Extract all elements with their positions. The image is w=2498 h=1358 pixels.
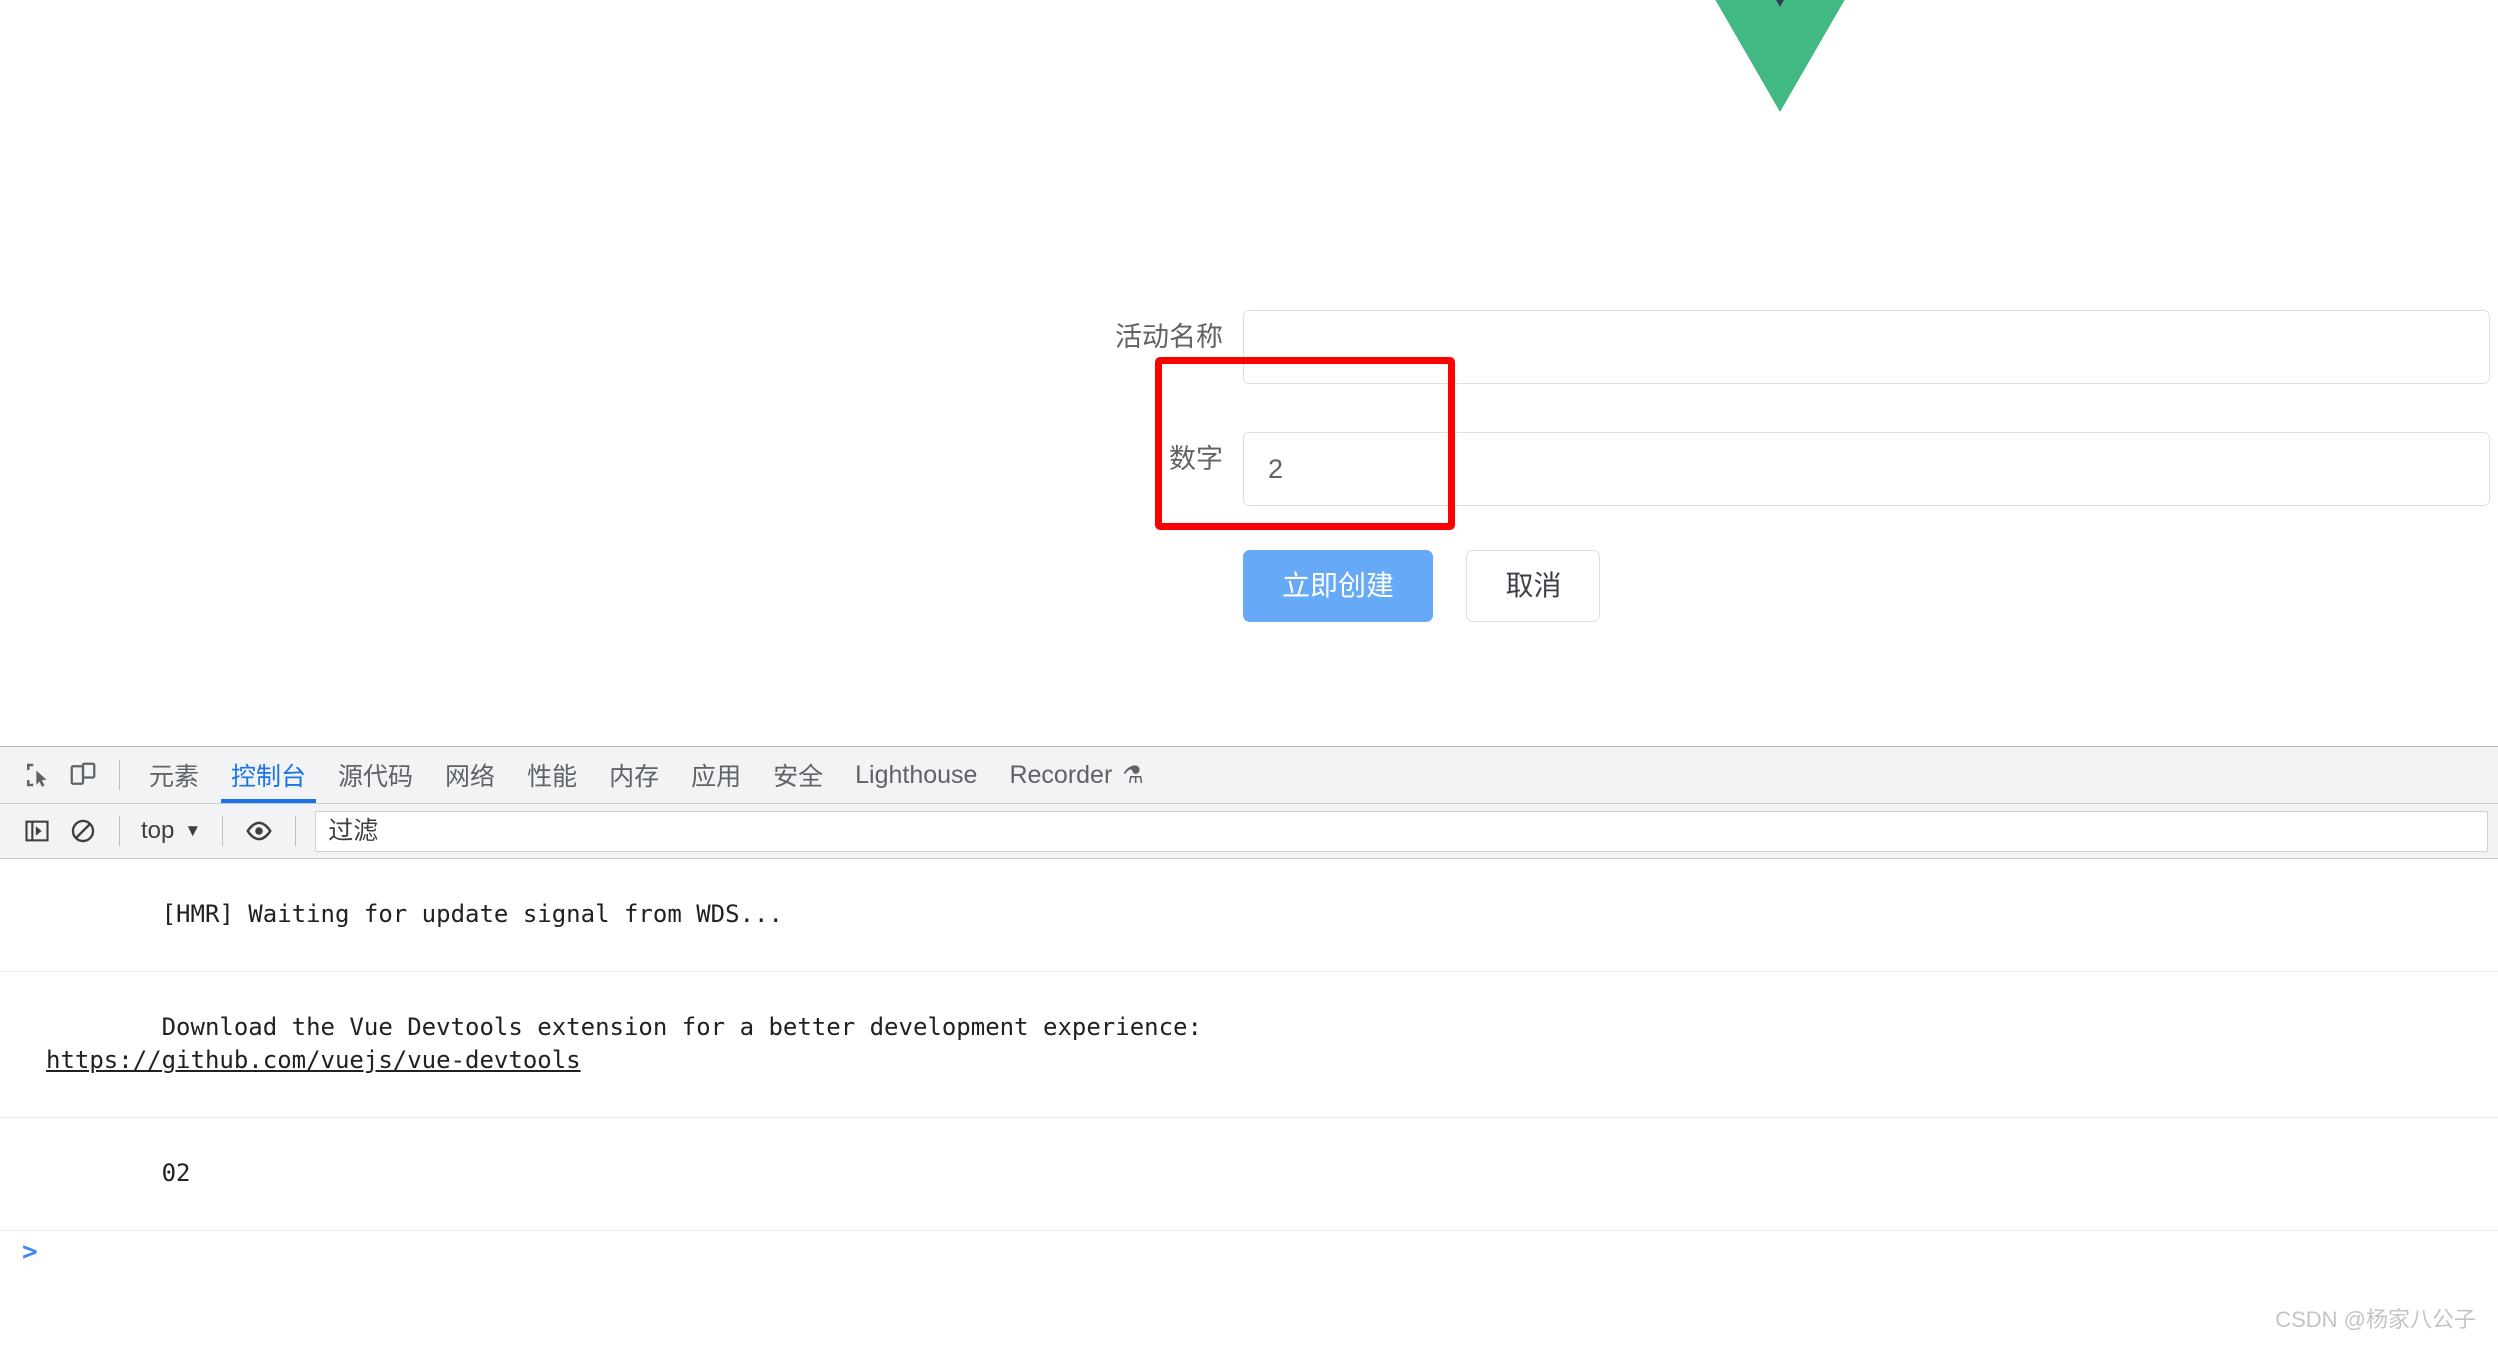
vue-logo-icon (1715, 0, 1845, 112)
filterbar-divider-2 (222, 816, 224, 846)
tab-label: 网络 (445, 763, 496, 791)
console-message-text: Download the Vue Devtools extension for … (161, 1013, 1202, 1041)
input-activity-name[interactable] (1243, 310, 2490, 384)
tab-label: 源代码 (338, 763, 414, 791)
prompt-caret-icon: > (22, 1237, 38, 1267)
form-row-activity-name: 活动名称 (0, 300, 2498, 422)
tab-network[interactable]: 网络 (429, 747, 511, 803)
cancel-button[interactable]: 取消 (1466, 550, 1601, 622)
tab-sources[interactable]: 源代码 (322, 747, 429, 803)
tab-recorder[interactable]: Recorder ⚗ (993, 747, 1159, 803)
live-expression-icon[interactable] (236, 808, 282, 854)
form-buttons: 立即创建 取消 (1243, 550, 1601, 630)
tab-label: Lighthouse (855, 760, 978, 789)
tab-console[interactable]: 控制台 (215, 747, 322, 803)
tab-security[interactable]: 安全 (757, 747, 839, 803)
screenshot-root: 活动名称 数字 立即创建 取消 (0, 0, 2498, 1358)
tab-performance[interactable]: 性能 (511, 747, 593, 803)
tab-label: 性能 (527, 763, 578, 791)
filterbar-divider-3 (295, 816, 297, 846)
console-message-row: 02 (0, 1118, 2498, 1231)
tab-elements[interactable]: 元素 (133, 747, 215, 803)
activity-form: 活动名称 数字 (0, 300, 2498, 544)
csdn-watermark: CSDN @杨家八公子 (2275, 1307, 2476, 1332)
tab-application[interactable]: 应用 (675, 747, 757, 803)
create-now-button[interactable]: 立即创建 (1243, 550, 1434, 622)
filterbar-divider-1 (119, 816, 120, 846)
devtools-panel: 元素 控制台 源代码 网络 性能 内存 应用 安全 Lighthouse Rec… (0, 746, 2498, 1358)
form-row-number: 数字 (0, 422, 2498, 544)
chevron-down-icon: ▼ (184, 821, 202, 840)
tab-label: 内存 (609, 763, 660, 791)
device-toolbar-icon[interactable] (60, 752, 106, 798)
browser-viewport: 活动名称 数字 立即创建 取消 (0, 0, 2498, 746)
tab-lighthouse[interactable]: Lighthouse (839, 747, 993, 803)
tab-memory[interactable]: 内存 (593, 747, 675, 803)
tab-label: Recorder (1009, 760, 1113, 789)
console-filter-input[interactable] (315, 810, 2488, 852)
label-number: 数字 (1169, 444, 1223, 474)
javascript-context-selector[interactable]: top ▼ (133, 817, 209, 845)
tab-label: 控制台 (231, 763, 307, 791)
context-label: top (141, 817, 175, 844)
tab-label: 元素 (149, 763, 200, 791)
inspect-element-icon[interactable] (14, 752, 60, 798)
console-message-text: [HMR] Waiting for update signal from WDS… (161, 900, 783, 928)
tab-label: 应用 (691, 763, 742, 791)
console-prompt[interactable]: > (0, 1231, 2498, 1274)
input-number[interactable] (1243, 432, 2490, 506)
beaker-icon: ⚗ (1122, 761, 1144, 789)
vue-devtools-link[interactable]: https://github.com/vuejs/vue-devtools (46, 1046, 581, 1074)
console-message-row: [HMR] Waiting for update signal from WDS… (0, 859, 2498, 972)
console-message-row: Download the Vue Devtools extension for … (0, 972, 2498, 1118)
tab-label: 安全 (773, 763, 824, 791)
clear-console-icon[interactable] (60, 808, 106, 854)
label-activity-name: 活动名称 (1115, 322, 1223, 352)
toolbar-divider (119, 760, 120, 790)
console-filter-bar: top ▼ (0, 804, 2498, 859)
show-console-sidebar-icon[interactable] (14, 808, 60, 854)
devtools-tabbar: 元素 控制台 源代码 网络 性能 内存 应用 安全 Lighthouse Rec… (0, 747, 2498, 804)
console-message-text: 02 (161, 1159, 191, 1187)
console-output[interactable]: [HMR] Waiting for update signal from WDS… (0, 859, 2498, 1358)
